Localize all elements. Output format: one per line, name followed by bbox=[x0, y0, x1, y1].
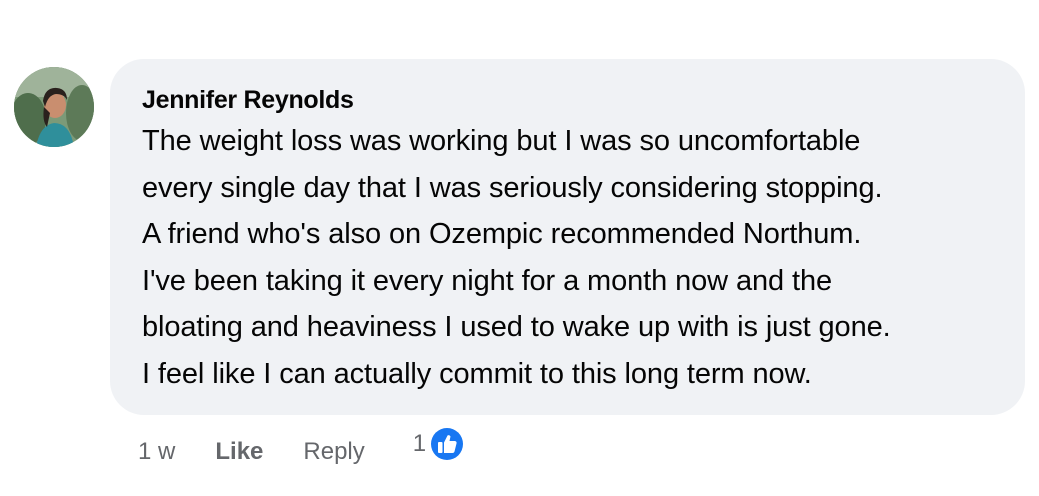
reply-button[interactable]: Reply bbox=[303, 438, 364, 466]
avatar-photo bbox=[14, 67, 94, 147]
like-thumbs-up-icon bbox=[428, 425, 466, 463]
reaction-count: 1 bbox=[412, 430, 427, 457]
comment-text: The weight loss was working but I was so… bbox=[142, 125, 891, 390]
comment-author[interactable]: Jennifer Reynolds bbox=[142, 85, 354, 115]
avatar[interactable] bbox=[14, 67, 94, 147]
reaction-summary[interactable]: 1 bbox=[413, 425, 466, 463]
comment-actions: 1 w Like Reply 1 bbox=[138, 426, 466, 472]
comment-timestamp[interactable]: 1 w bbox=[138, 438, 175, 466]
like-button[interactable]: Like bbox=[215, 438, 263, 466]
comment: Jennifer Reynolds The weight loss was wo… bbox=[0, 0, 1039, 496]
comment-bubble: Jennifer Reynolds The weight loss was wo… bbox=[110, 59, 1025, 415]
